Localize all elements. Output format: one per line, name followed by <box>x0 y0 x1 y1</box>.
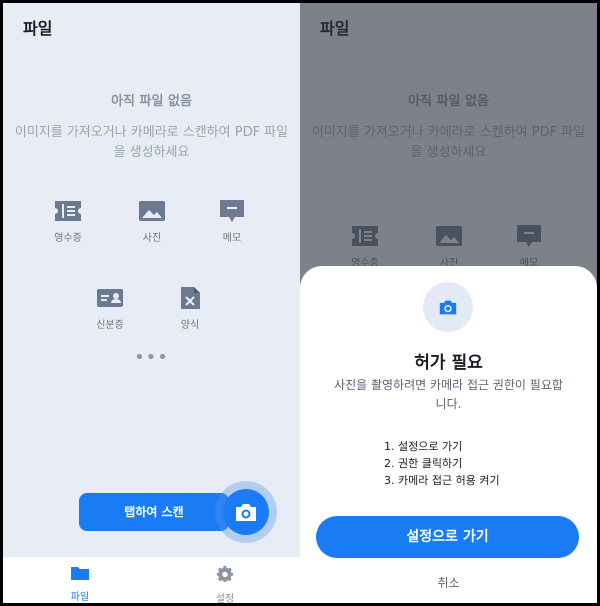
permission-title: 허가 필요 <box>414 353 483 373</box>
permission-step: 3. 카메라 접근 허용 켜기 <box>384 474 500 487</box>
scan-tooltip[interactable]: 탭하여 스캔 <box>79 493 236 531</box>
tab-settings[interactable]: 설정 <box>195 565 255 603</box>
permission-step: 1. 설정으로 가기 <box>384 440 463 453</box>
more-categories-button[interactable]: ••• <box>3 349 300 367</box>
cancel-button[interactable]: 취소 <box>300 574 597 591</box>
tab-files[interactable]: 파일 <box>50 565 110 603</box>
camera-scan-button[interactable] <box>223 489 269 535</box>
tab-label: 설정 <box>215 594 235 603</box>
camera-icon <box>439 300 457 315</box>
page-title: 파일 <box>23 19 53 38</box>
permission-bottom-sheet: 허가 필요 사진을 촬영하려면 카메라 접근 권한이 필요합니다. 1. 설정으… <box>300 266 597 603</box>
permission-step: 2. 권한 클릭하기 <box>384 457 463 470</box>
camera-icon <box>236 504 256 521</box>
category-label: 신분증 <box>96 320 124 331</box>
category-receipt[interactable]: 영수증 <box>38 199 98 244</box>
category-memo[interactable]: 메모 <box>202 199 262 244</box>
files-screen-with-permission-sheet: 파일 아직 파일 없음 이미지를 가져오거나 카메라로 스캔하여 PDF 파일을… <box>300 3 597 603</box>
category-form[interactable]: 양식 <box>160 286 220 331</box>
category-label: 메모 <box>222 233 242 244</box>
files-screen: 파일 아직 파일 없음 이미지를 가져오거나 카메라로 스캔하여 PDF 파일을… <box>3 3 300 603</box>
memo-icon <box>218 199 246 223</box>
category-label: 영수증 <box>54 233 82 244</box>
id-card-icon <box>96 286 124 310</box>
tab-bar: 파일 설정 <box>3 557 300 603</box>
permission-steps: 1. 설정으로 가기 2. 권한 클릭하기 3. 카메라 접근 허용 켜기 <box>384 438 500 489</box>
folder-icon <box>71 567 89 580</box>
permission-description: 사진을 촬영하려면 카메라 접근 권한이 필요합니다. <box>334 378 563 411</box>
category-label: 사진 <box>142 233 162 244</box>
category-photo[interactable]: 사진 <box>122 199 182 244</box>
photo-icon <box>138 199 166 223</box>
form-icon <box>176 286 204 310</box>
empty-state-title: 아직 파일 없음 <box>111 94 192 109</box>
category-id-card[interactable]: 신분증 <box>80 286 140 331</box>
gear-icon <box>216 565 234 583</box>
category-label: 양식 <box>180 320 200 331</box>
receipt-icon <box>54 199 82 223</box>
empty-state-description: 이미지를 가져오거나 카메라로 스캔하여 PDF 파일을 생성하세요 <box>14 125 289 160</box>
permission-icon-badge <box>423 282 473 332</box>
tab-label: 파일 <box>70 592 90 603</box>
go-to-settings-button[interactable]: 설정으로 가기 <box>316 516 579 558</box>
